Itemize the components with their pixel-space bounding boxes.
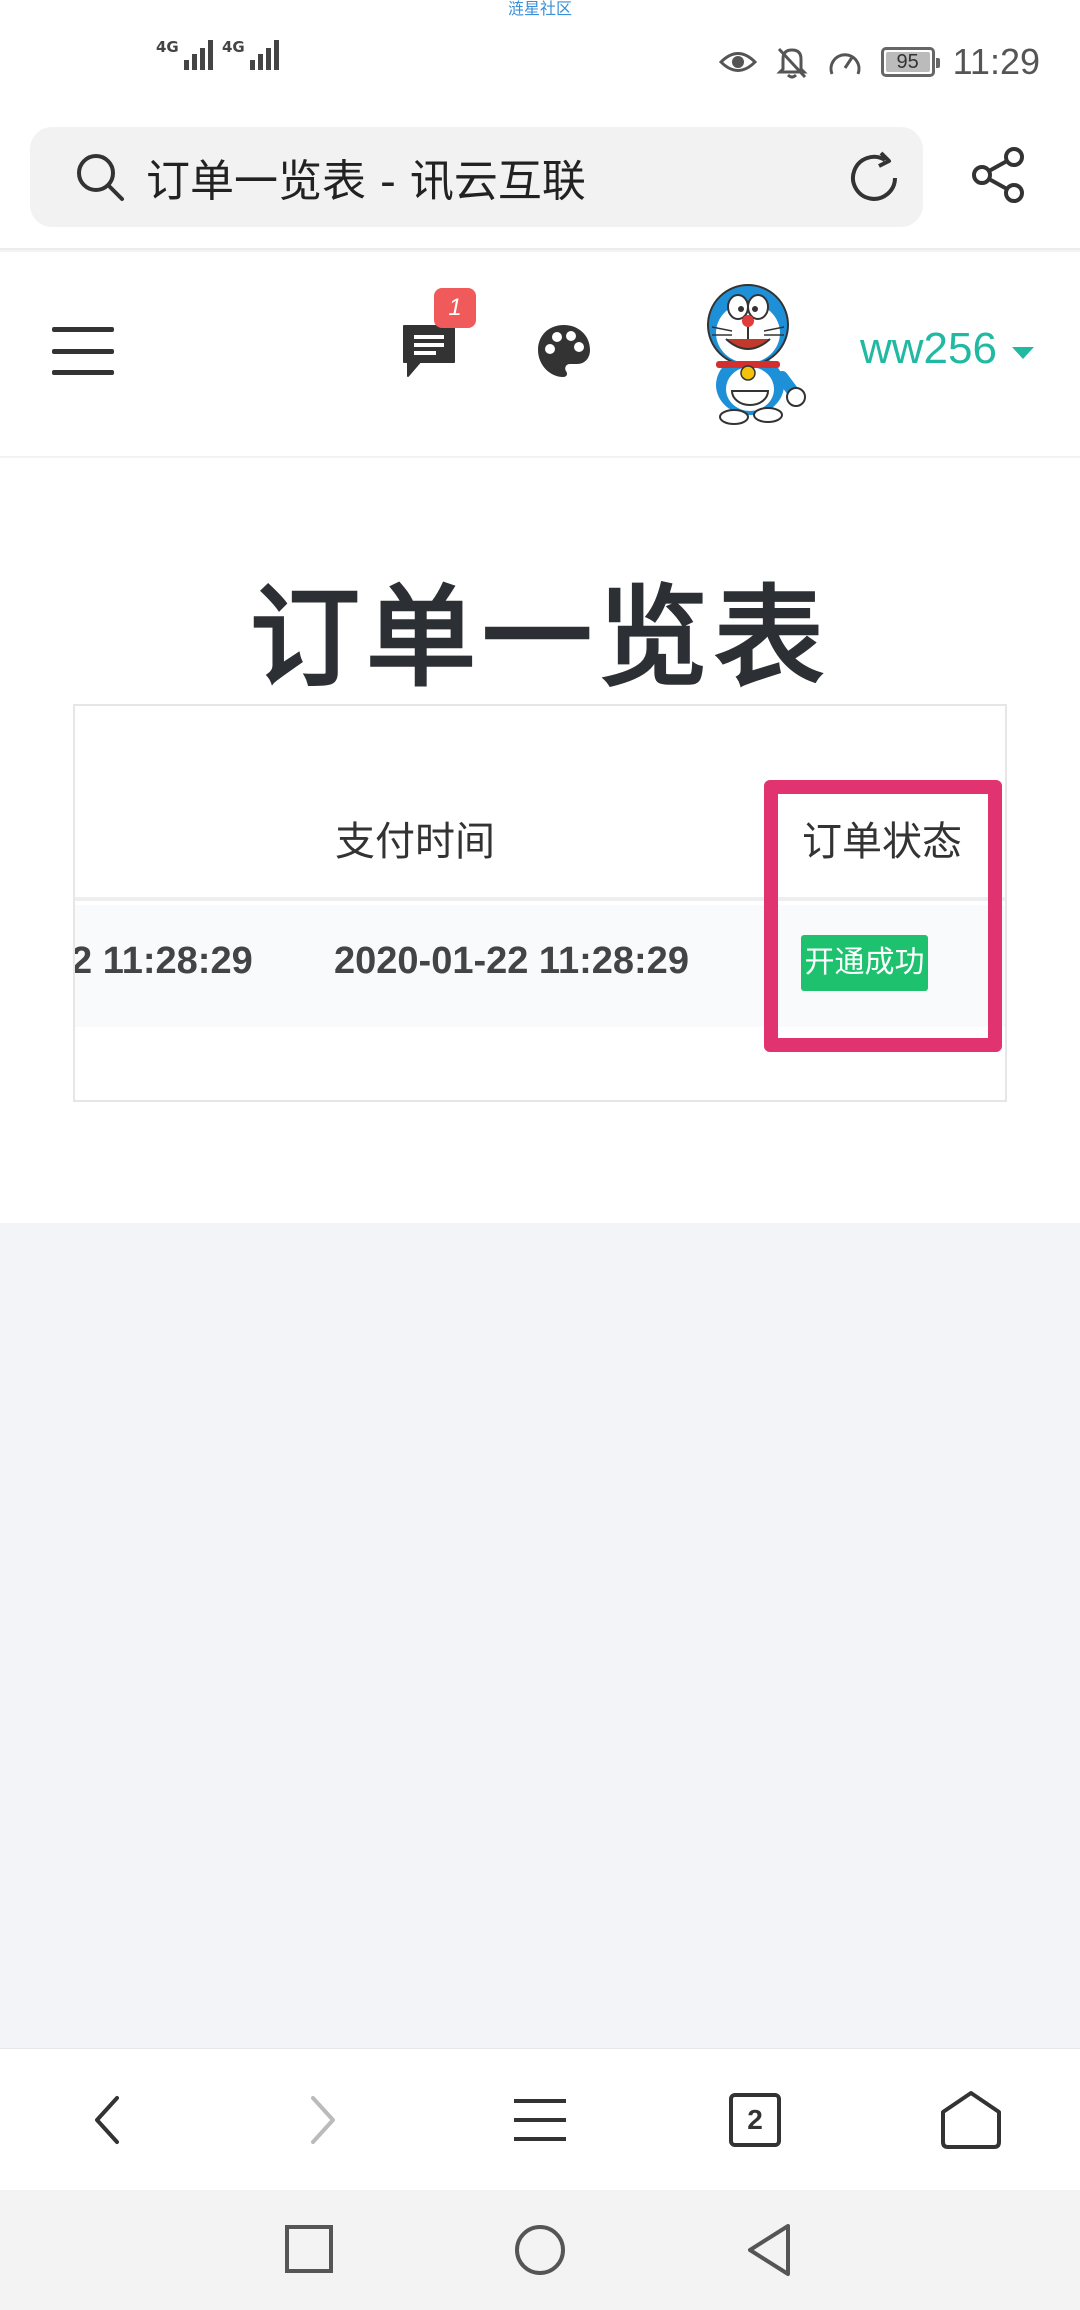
- page-title-in-url: 订单一览表 - 讯云互联: [146, 156, 586, 207]
- system-nav-bar: [0, 2190, 1080, 2310]
- message-icon[interactable]: [400, 322, 458, 380]
- eye-icon: [718, 52, 757, 72]
- notification-badge: 1: [434, 288, 476, 328]
- status-time: 11:29: [952, 41, 1040, 82]
- palette-icon[interactable]: [535, 322, 593, 380]
- home-nav-icon[interactable]: [512, 2222, 568, 2278]
- column-header-pay-time: 支付时间: [335, 819, 495, 865]
- browser-address-bar: 订单一览表 - 讯云互联: [0, 120, 1080, 250]
- chevron-down-icon[interactable]: [1012, 347, 1034, 359]
- tabs-icon[interactable]: 2: [720, 2085, 790, 2155]
- highlight-annotation-box: [764, 780, 1002, 1052]
- back-nav-icon[interactable]: [742, 2222, 798, 2278]
- page-title: 订单一览表: [250, 574, 830, 702]
- browser-toolbar: 2: [0, 2048, 1080, 2190]
- avatar[interactable]: [690, 277, 810, 427]
- truncated-time-cell: 2 11:28:29: [73, 940, 253, 982]
- network-type-label: 4G: [156, 38, 179, 56]
- search-icon: [72, 149, 128, 205]
- reload-icon[interactable]: [845, 149, 903, 207]
- speedometer-icon: [829, 53, 861, 75]
- signal-icon-sim1: 4G: [156, 40, 213, 70]
- site-header: 1 ww256: [0, 252, 1080, 457]
- tab-count: 2: [729, 2093, 781, 2147]
- back-icon[interactable]: [72, 2085, 142, 2155]
- pay-time-cell: 2020-01-22 11:28:29: [334, 940, 689, 982]
- network-type-label: 4G: [222, 38, 245, 56]
- signal-icon-sim2: 4G: [222, 40, 279, 70]
- menu-icon[interactable]: [52, 327, 114, 375]
- status-bar: 涟星社区 4G 4G 95 11:29: [0, 0, 1080, 120]
- url-field[interactable]: 订单一览表 - 讯云互联: [30, 127, 923, 227]
- watermark-text: 涟星社区: [507, 0, 572, 18]
- home-icon[interactable]: [936, 2085, 1006, 2155]
- battery-icon: 95: [880, 47, 940, 77]
- battery-level: 95: [896, 50, 919, 73]
- share-icon[interactable]: [968, 145, 1028, 205]
- bell-off-icon: [775, 47, 808, 79]
- username-label[interactable]: ww256: [860, 324, 997, 374]
- menu-icon[interactable]: [505, 2085, 575, 2155]
- forward-icon[interactable]: [288, 2085, 358, 2155]
- recents-icon[interactable]: [282, 2222, 338, 2278]
